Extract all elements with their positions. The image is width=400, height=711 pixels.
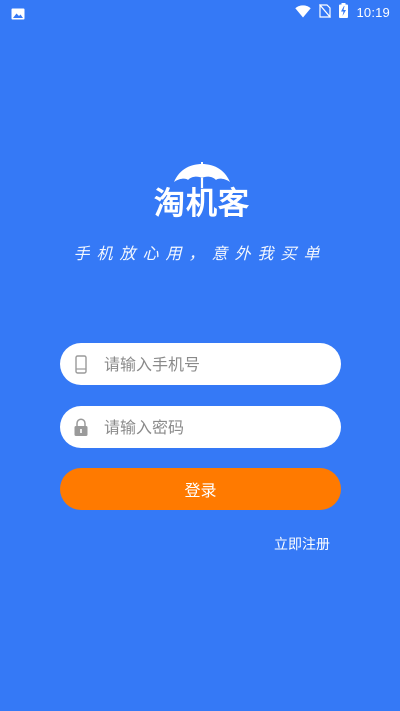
status-time: 10:19: [356, 4, 390, 20]
wifi-icon: [295, 3, 312, 22]
password-input[interactable]: [104, 417, 324, 437]
battery-charging-icon: [339, 2, 349, 22]
status-bar: 10:19: [0, 0, 400, 24]
status-icons: 10:19: [295, 2, 390, 22]
lock-icon: [72, 416, 90, 438]
app-logo: 淘机客: [150, 162, 254, 226]
logo-text: 淘机客: [154, 186, 250, 222]
phone-field[interactable]: [60, 343, 341, 385]
login-button[interactable]: 登录: [60, 468, 341, 510]
login-screen: 10:19 淘机客 手机放心用，意外我买单 请输入手机号 登录 立即注册: [0, 0, 400, 711]
image-icon: [11, 5, 25, 20]
phone-input[interactable]: [104, 354, 324, 374]
no-sim-icon: [319, 3, 332, 22]
phone-icon: [72, 353, 90, 375]
register-link[interactable]: 立即注册: [274, 534, 330, 554]
slogan: 手机放心用，意外我买单: [73, 244, 327, 263]
password-field[interactable]: [60, 406, 341, 448]
